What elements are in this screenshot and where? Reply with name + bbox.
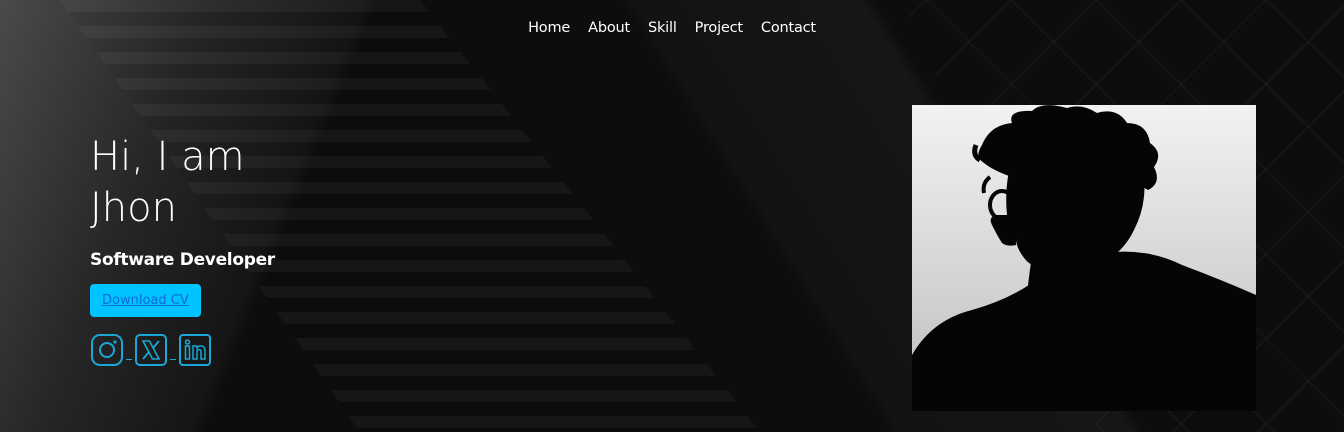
greeting-name: Jhon	[90, 185, 177, 231]
nav-link-about[interactable]: About	[588, 20, 630, 36]
intro-block: Hi, I am Jhon Software Developer Downloa…	[90, 132, 390, 367]
instagram-icon	[91, 334, 123, 366]
nav-link-home[interactable]: Home	[528, 20, 570, 36]
nav-link-skill[interactable]: Skill	[648, 20, 677, 36]
instagram-link[interactable]	[90, 333, 124, 367]
x-twitter-link[interactable]	[134, 333, 168, 367]
nav-link-project[interactable]: Project	[695, 20, 743, 36]
main-navigation: Home About Skill Project Contact	[0, 20, 1344, 36]
silhouette-portrait-image	[912, 105, 1256, 411]
social-separator	[170, 358, 176, 360]
role-title: Software Developer	[90, 250, 275, 270]
x-twitter-icon	[135, 334, 167, 366]
linkedin-icon	[179, 334, 211, 366]
download-cv-button[interactable]: Download CV	[90, 284, 201, 317]
greeting-heading: Hi, I am Jhon	[90, 132, 390, 234]
nav-link-contact[interactable]: Contact	[761, 20, 816, 36]
hero-section: Home About Skill Project Contact Hi, I a…	[0, 0, 1344, 432]
linkedin-link[interactable]	[178, 333, 212, 367]
social-links	[90, 333, 390, 367]
social-separator	[126, 358, 132, 360]
profile-photo	[912, 105, 1256, 411]
greeting-line-1: Hi, I am	[90, 134, 245, 180]
